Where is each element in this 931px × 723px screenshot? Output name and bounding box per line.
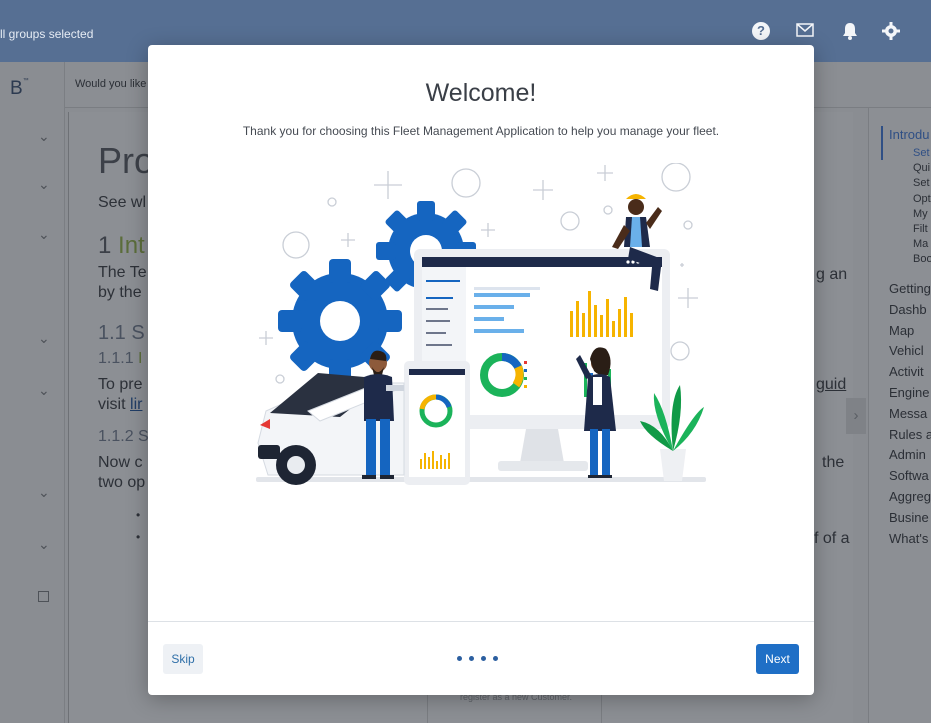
doc-text: two op bbox=[98, 474, 146, 491]
toc-subitem[interactable]: Set bbox=[913, 177, 930, 189]
chevron-down-icon[interactable]: ⌄ bbox=[38, 226, 50, 243]
chevron-right-icon[interactable]: › bbox=[846, 398, 866, 434]
doc-link[interactable]: lir bbox=[130, 396, 142, 413]
doc-text: To pre bbox=[98, 376, 143, 393]
toc-item[interactable]: Messa bbox=[889, 406, 927, 421]
group-selector-text[interactable]: ll groups selected bbox=[0, 27, 93, 41]
fleet-management-illustration bbox=[256, 163, 706, 485]
toc-subitem[interactable]: My bbox=[913, 208, 928, 220]
toc-item[interactable]: Vehicl bbox=[889, 343, 924, 358]
doc-text: g an bbox=[816, 266, 848, 283]
left-sidebar: ⌄ ⌄ ⌄ ⌄ ⌄ ⌄ ⌄ bbox=[0, 62, 65, 723]
toc-subitem[interactable]: Ma bbox=[913, 238, 928, 250]
toc-subitem[interactable]: Opt bbox=[913, 193, 931, 205]
doc-heading-1-1: 1.1 S bbox=[98, 322, 145, 344]
doc-text: See wl bbox=[98, 194, 147, 211]
doc-link[interactable]: guid bbox=[816, 376, 846, 394]
mail-icon[interactable] bbox=[795, 22, 815, 42]
toc-subitem[interactable]: Filt bbox=[913, 223, 928, 235]
toc-item[interactable]: Getting bbox=[889, 281, 931, 296]
toc-item[interactable]: Admin bbox=[889, 447, 926, 462]
chevron-down-icon[interactable]: ⌄ bbox=[38, 176, 50, 193]
toc-active-bar bbox=[881, 126, 883, 160]
page-dot[interactable] bbox=[469, 656, 474, 661]
welcome-dialog: Welcome! Thank you for choosing this Fle… bbox=[148, 45, 814, 695]
doc-text: f of a bbox=[814, 530, 850, 547]
toc-item[interactable]: Dashb bbox=[889, 302, 927, 317]
skip-button[interactable]: Skip bbox=[163, 644, 203, 674]
dialog-subtitle: Thank you for choosing this Fleet Manage… bbox=[242, 124, 720, 138]
toc-item[interactable]: Softwa bbox=[889, 468, 929, 483]
chevron-down-icon[interactable]: ⌄ bbox=[38, 382, 50, 399]
toc-item[interactable]: Map bbox=[889, 323, 914, 338]
toc-subitem[interactable]: Set bbox=[913, 147, 930, 159]
doc-text: Now c bbox=[98, 454, 143, 471]
chevron-down-icon[interactable]: ⌄ bbox=[38, 128, 50, 145]
chevron-down-icon[interactable]: ⌄ bbox=[38, 484, 50, 501]
chevron-down-icon[interactable]: ⌄ bbox=[38, 330, 50, 347]
doc-heading-1-1-1: 1.1.1 I bbox=[98, 350, 143, 367]
toc-item[interactable]: Busine bbox=[889, 510, 929, 525]
toc-subitem[interactable]: Boo bbox=[913, 253, 931, 265]
dialog-title: Welcome! bbox=[425, 79, 537, 107]
toc-subitem[interactable]: Qui bbox=[913, 162, 930, 174]
toc-item[interactable]: Engine bbox=[889, 385, 929, 400]
bullet: • bbox=[136, 508, 141, 522]
banner-text: Would you like bbox=[75, 78, 147, 90]
chevron-down-icon[interactable]: ⌄ bbox=[38, 536, 50, 553]
bell-icon[interactable] bbox=[840, 22, 860, 42]
doc-text: visit lir bbox=[98, 396, 143, 413]
doc-heading-1: 1 Int bbox=[98, 232, 145, 259]
toc-item[interactable]: Aggreg bbox=[889, 489, 931, 504]
toc-item[interactable]: Introdu bbox=[889, 127, 929, 142]
toc-item[interactable]: Rules a bbox=[889, 427, 931, 442]
page-dot[interactable] bbox=[457, 656, 462, 661]
doc-heading-1-1-2: 1.1.2 S bbox=[98, 428, 149, 445]
external-link-icon[interactable] bbox=[38, 591, 49, 602]
help-icon[interactable]: ? bbox=[752, 22, 770, 40]
dialog-footer: Skip Next bbox=[148, 621, 814, 695]
document-title: Pro bbox=[98, 140, 155, 181]
gear-icon[interactable] bbox=[881, 22, 901, 42]
toc-item[interactable]: Activit bbox=[889, 364, 924, 379]
page-dot[interactable] bbox=[493, 656, 498, 661]
doc-text: the bbox=[822, 454, 845, 471]
doc-text: The Te bbox=[98, 264, 147, 281]
next-button[interactable]: Next bbox=[756, 644, 799, 674]
bullet: • bbox=[136, 530, 141, 544]
page-dot[interactable] bbox=[481, 656, 486, 661]
toc-item[interactable]: What's bbox=[889, 531, 928, 546]
brand-logo: B™ bbox=[10, 78, 29, 99]
doc-text: by the bbox=[98, 284, 142, 301]
